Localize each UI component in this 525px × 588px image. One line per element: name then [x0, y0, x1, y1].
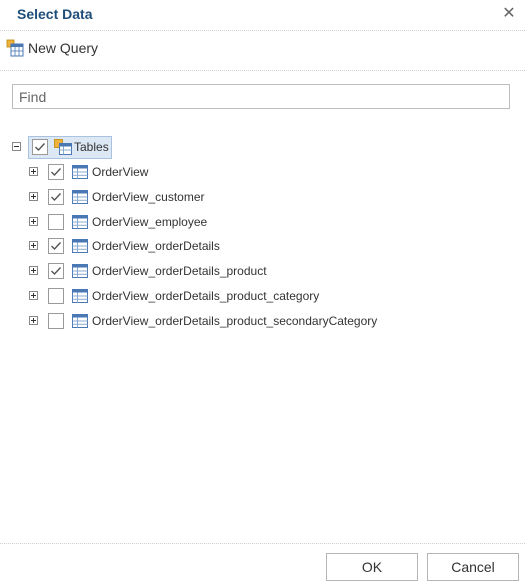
title-divider [0, 30, 525, 31]
table-checkbox[interactable] [48, 313, 64, 329]
expand-toggle-icon[interactable] [29, 316, 38, 325]
new-query-label: New Query [28, 40, 99, 56]
ok-button[interactable]: OK [326, 553, 418, 581]
table-checkbox[interactable] [48, 164, 64, 180]
table-label[interactable]: OrderView_employee [92, 215, 207, 229]
new-query-icon [6, 39, 24, 57]
table-label[interactable]: OrderView_orderDetails_product [92, 264, 267, 278]
table-checkbox[interactable] [48, 214, 64, 230]
expand-toggle-icon[interactable] [29, 291, 38, 300]
table-icon [72, 165, 88, 179]
tree-root-label[interactable]: Tables [74, 140, 109, 154]
title-bar: Select Data ✕ [0, 0, 525, 30]
toolbar-divider [0, 70, 525, 71]
expand-toggle-icon[interactable] [29, 266, 38, 275]
table-label[interactable]: OrderView [92, 165, 148, 179]
table-checkbox[interactable] [48, 238, 64, 254]
expand-toggle-icon[interactable] [29, 192, 38, 201]
table-icon [72, 289, 88, 303]
table-icon [72, 215, 88, 229]
expand-toggle-icon[interactable] [29, 241, 38, 250]
close-icon[interactable]: ✕ [501, 5, 517, 23]
table-checkbox[interactable] [48, 189, 64, 205]
expand-toggle-icon[interactable] [29, 167, 38, 176]
collapse-toggle-icon[interactable] [12, 142, 21, 151]
find-input[interactable] [12, 84, 510, 109]
new-query-button[interactable]: New Query [6, 38, 98, 58]
select-data-dialog: Select Data ✕ New Query Tables OrderView O… [0, 0, 525, 588]
table-checkbox[interactable] [48, 263, 64, 279]
dialog-title: Select Data [17, 6, 93, 22]
expand-toggle-icon[interactable] [29, 217, 38, 226]
table-icon [72, 264, 88, 278]
table-label[interactable]: OrderView_customer [92, 190, 205, 204]
table-label[interactable]: OrderView_orderDetails_product_secondary… [92, 314, 377, 328]
table-icon [72, 190, 88, 204]
cancel-button[interactable]: Cancel [427, 553, 519, 581]
table-label[interactable]: OrderView_orderDetails_product_category [92, 289, 319, 303]
table-checkbox[interactable] [48, 288, 64, 304]
tables-icon [54, 139, 72, 155]
table-icon [72, 314, 88, 328]
footer-divider [0, 543, 525, 544]
table-label[interactable]: OrderView_orderDetails [92, 239, 220, 253]
table-icon [72, 239, 88, 253]
tables-checkbox[interactable] [32, 139, 48, 155]
